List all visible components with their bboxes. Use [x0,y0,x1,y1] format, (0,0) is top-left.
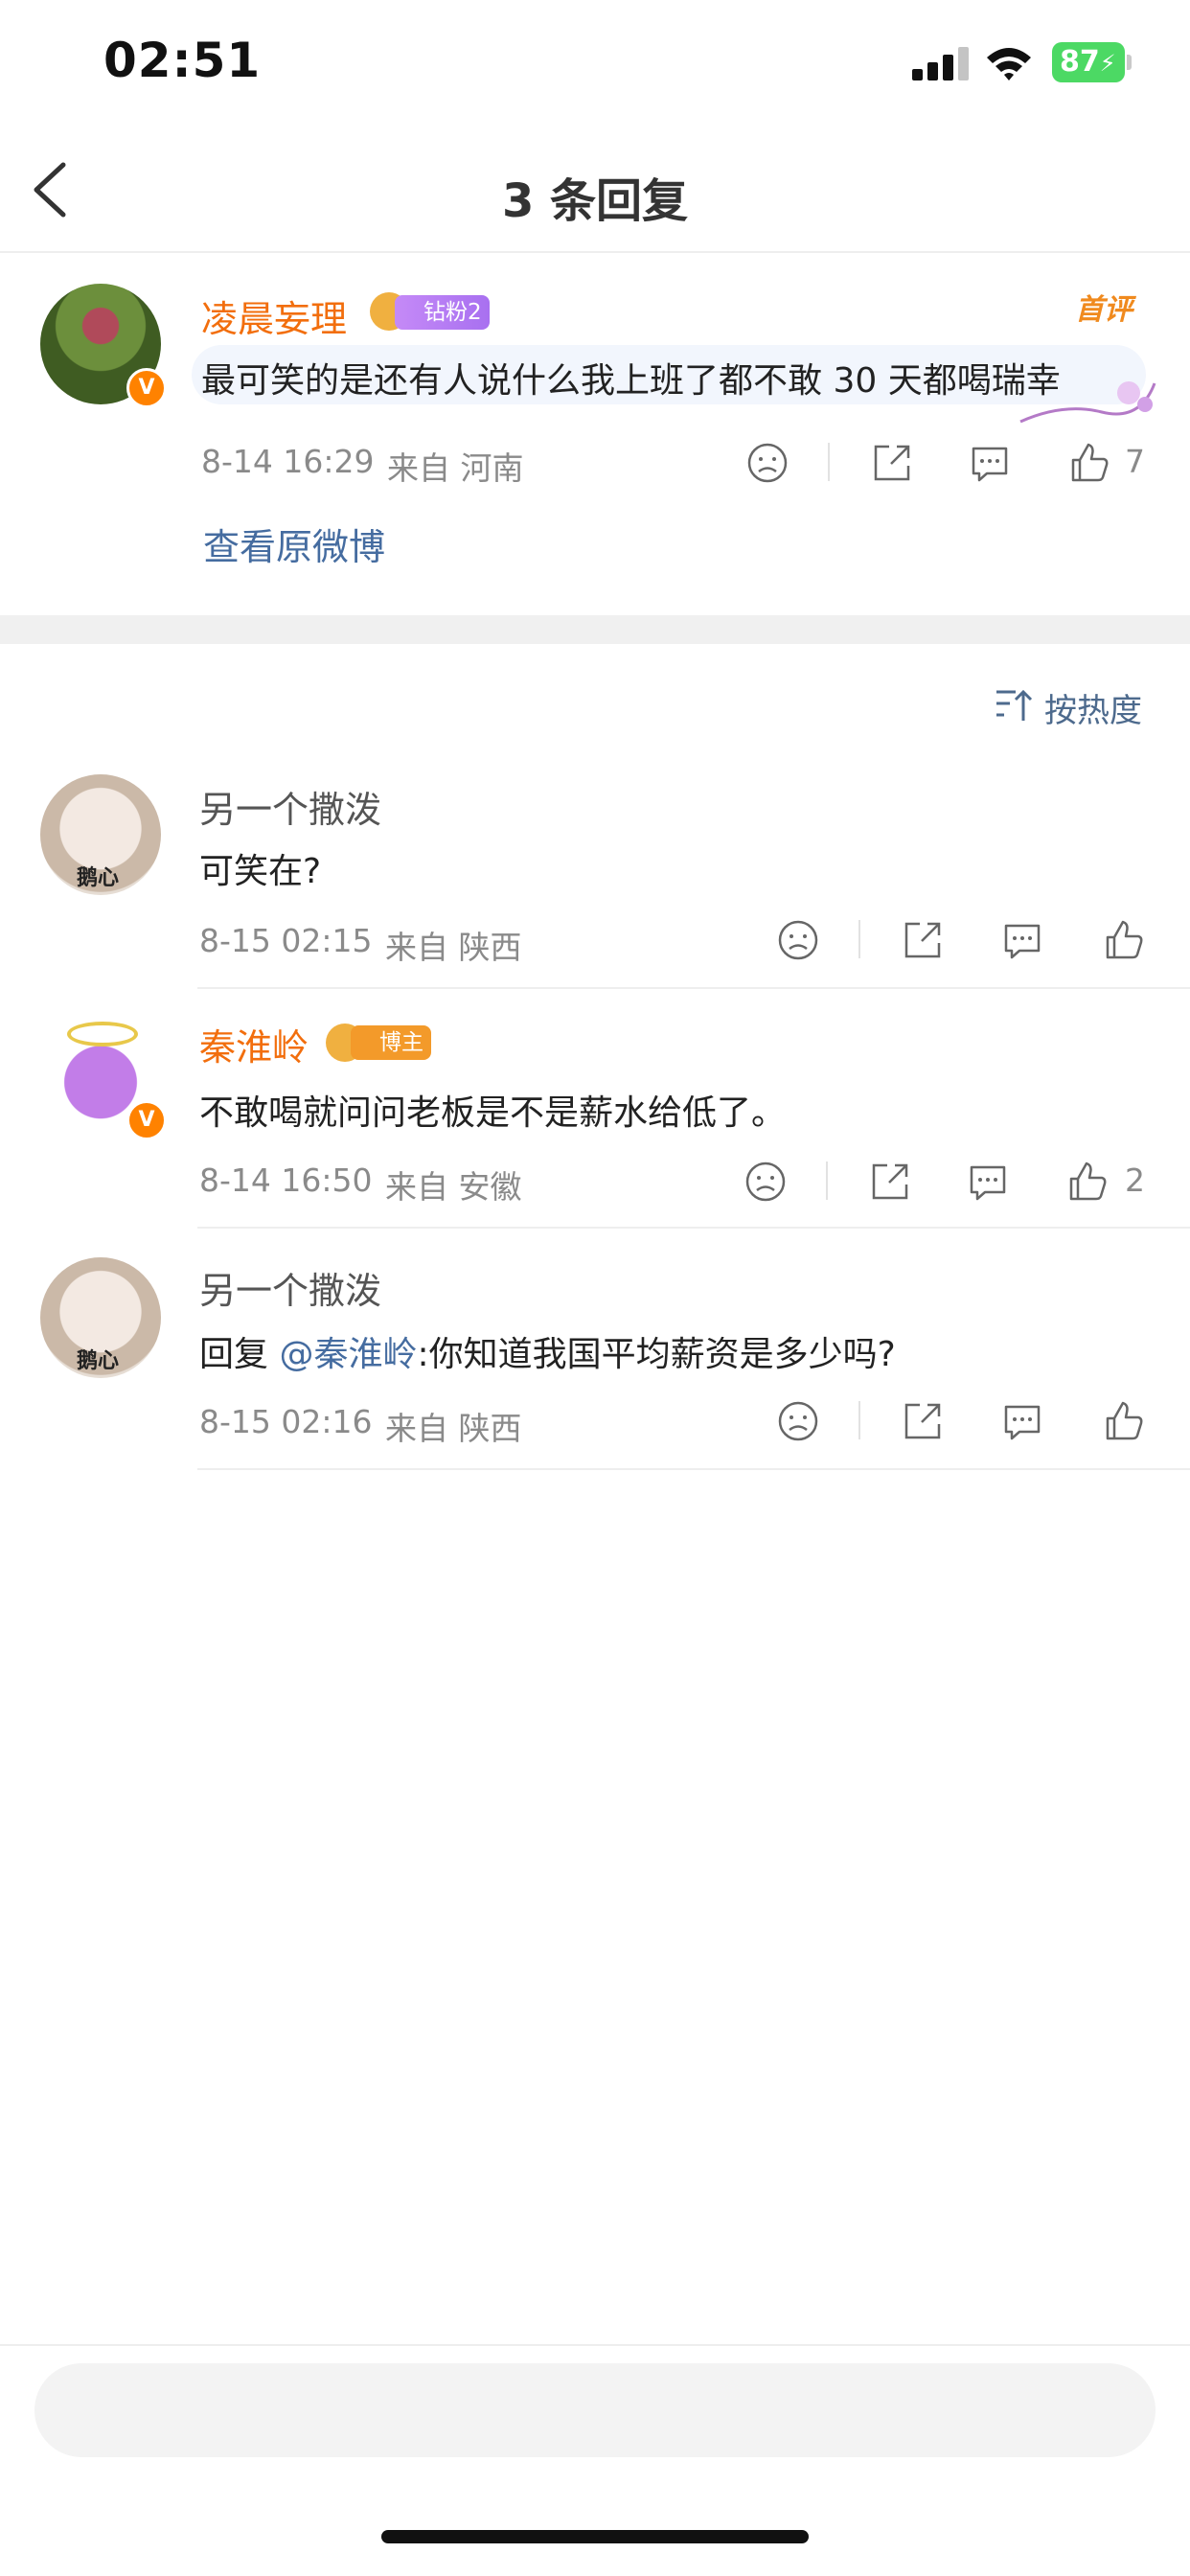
reply-username[interactable]: 另一个撒泼 [199,1261,381,1314]
sort-by-hot-button[interactable]: 按热度 [1044,684,1142,731]
root-comment-source: 来自 河南 [387,449,524,487]
like-thumb-icon[interactable] [1100,1397,1148,1445]
reply-source: 来自 安徽 [385,1168,522,1206]
avatar-sticker-label: 鹅心 [77,1349,120,1373]
first-comment-tag: 首评 [1075,293,1133,327]
reply-text-line: 回复 @秦淮岭:你知道我国平均薪资是多少吗? [199,1326,896,1376]
header-divider [0,251,1190,253]
cellular-signal-icon [912,46,970,80]
reply-input[interactable] [34,2363,1156,2457]
sort-icon[interactable] [995,686,1035,724]
root-comment-text: 最可笑的是还有人说什么我上班了都不敢 30 天都喝瑞幸 [201,361,1061,401]
action-separator [858,920,860,958]
fan-level-badge: 钻粉2 [395,295,490,330]
reply-time: 8-14 16:50 [199,1162,373,1199]
view-original-weibo-link[interactable]: 查看原微博 [203,518,385,570]
comment-icon[interactable] [964,1158,1012,1206]
comment-icon[interactable] [998,1397,1046,1445]
section-separator [0,615,1190,644]
reply-text: 不敢喝就问问老板是不是薪水给低了。 [199,1093,787,1133]
mention-link[interactable]: @秦淮岭 [279,1335,417,1374]
reply-text: 可笑在? [199,852,322,891]
reply-username[interactable]: 另一个撒泼 [199,780,381,833]
root-username[interactable]: 凌晨妄理 [201,289,347,342]
reply-divider [197,1468,1190,1470]
battery-indicator: 87⚡ [1052,42,1125,82]
comment-icon[interactable] [966,439,1014,487]
action-separator [858,1401,860,1439]
verified-badge-icon: V [126,368,167,408]
halo-decoration [67,1022,138,1046]
verified-badge-icon: V [126,1100,167,1140]
like-thumb-icon[interactable] [1065,439,1113,487]
reply-like-count: 2 [1125,1162,1145,1199]
dislike-face-icon[interactable] [744,439,791,487]
share-icon[interactable] [899,1397,947,1445]
wifi-icon [987,48,1031,80]
reply-time: 8-15 02:15 [199,922,373,959]
comment-icon[interactable] [998,916,1046,964]
status-time: 02:51 [103,33,262,88]
reply-time: 8-15 02:16 [199,1403,373,1440]
dislike-face-icon[interactable] [774,916,822,964]
reply-text: :你知道我国平均薪资是多少吗? [417,1335,896,1374]
reply-divider [197,987,1190,989]
dislike-face-icon[interactable] [774,1397,822,1445]
share-icon[interactable] [866,1158,914,1206]
battery-level: 87 [1060,45,1100,79]
author-badge: 博主 [351,1025,431,1060]
like-thumb-icon[interactable] [1100,916,1148,964]
page-title: 3 条回复 [501,174,689,228]
share-icon[interactable] [899,916,947,964]
reply-username[interactable]: 秦淮岭 [199,1018,309,1070]
reply-prefix: 回复 [199,1335,280,1374]
bottom-divider [0,2344,1190,2346]
action-separator [828,443,830,481]
dislike-face-icon[interactable] [742,1158,790,1206]
share-icon[interactable] [868,439,916,487]
root-like-count: 7 [1125,443,1145,480]
battery-tip [1127,55,1132,70]
action-separator [826,1162,828,1200]
like-thumb-icon[interactable] [1064,1158,1111,1206]
reply-source: 来自 陕西 [385,1410,522,1447]
reply-source: 来自 陕西 [385,929,522,966]
decorative-bubble-sticker [1019,381,1156,424]
home-indicator [381,2530,809,2543]
avatar-sticker-label: 鹅心 [77,866,120,890]
root-comment-time: 8-14 16:29 [201,443,375,480]
reply-divider [197,1227,1190,1229]
